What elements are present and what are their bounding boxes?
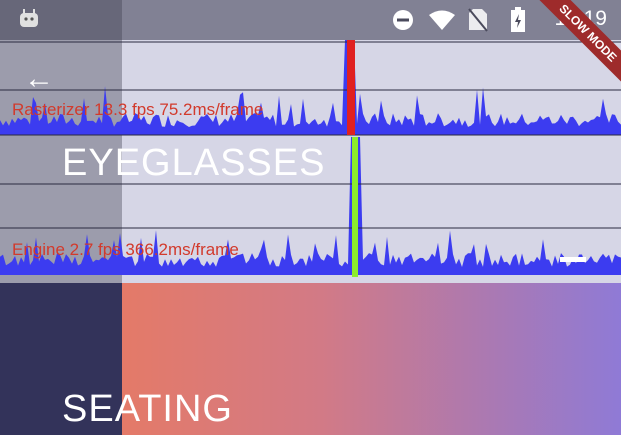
engine-marker — [352, 137, 358, 277]
rasterizer-label: Rasterizer 13.3 fps 75.2ms/frame — [12, 100, 264, 119]
status-bar: 10:19 — [0, 0, 621, 40]
engine-label: Engine 2.7 fps 366.2ms/frame — [12, 240, 239, 259]
wifi-icon — [429, 10, 455, 30]
do-not-disturb-icon — [393, 10, 413, 30]
graph-dash-mark — [560, 257, 586, 262]
graph-bars — [0, 40, 621, 135]
seating-title: SEATING — [62, 388, 233, 430]
android-icon — [20, 9, 38, 27]
graph-gridlines — [0, 41, 621, 229]
no-sim-icon — [468, 8, 488, 32]
battery-icon — [511, 7, 525, 32]
back-arrow-icon[interactable]: ← — [24, 64, 54, 94]
rasterizer-graph — [0, 40, 621, 135]
rasterizer-marker — [347, 40, 355, 135]
